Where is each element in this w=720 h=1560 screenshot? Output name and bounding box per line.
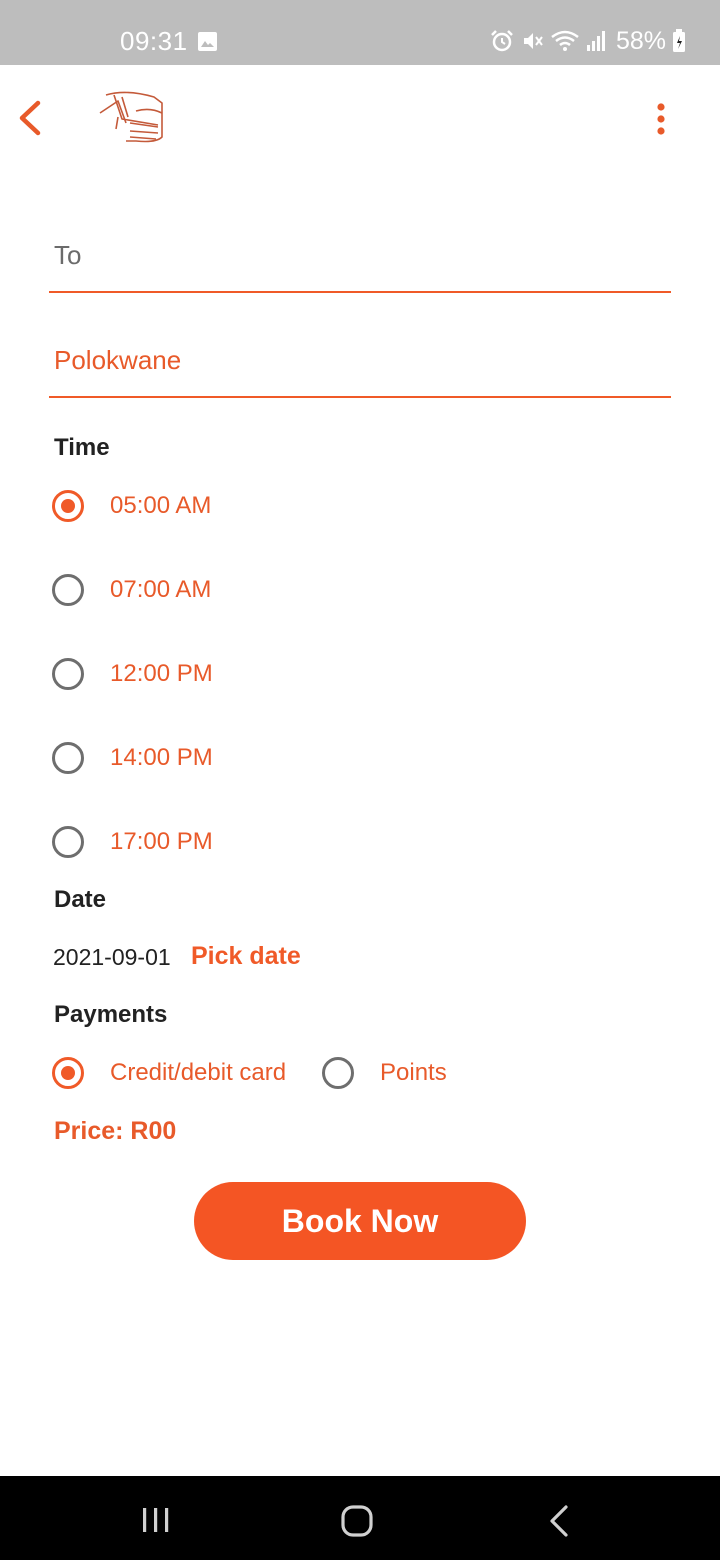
status-icons: 58% (490, 26, 686, 56)
time-option-1400[interactable]: 14:00 PM (52, 738, 213, 778)
radio-unselected-icon[interactable] (52, 658, 84, 690)
home-icon[interactable] (340, 1504, 374, 1538)
time-option-0700[interactable]: 07:00 AM (52, 570, 211, 610)
destination-value: Polokwane (54, 345, 182, 375)
status-bar: 09:31 58% (0, 0, 720, 65)
payment-option-card[interactable]: Credit/debit card (52, 1053, 286, 1093)
time-option-label: 17:00 PM (110, 828, 213, 855)
recents-icon[interactable] (140, 1506, 172, 1534)
date-label: Date (54, 886, 107, 913)
radio-selected-icon[interactable] (52, 1057, 84, 1089)
price-text: Price: R00 (54, 1117, 177, 1145)
time-option-1200[interactable]: 12:00 PM (52, 654, 213, 694)
app-bar (0, 65, 720, 175)
time-option-label: 07:00 AM (110, 576, 212, 603)
time-option-label: 14:00 PM (110, 744, 213, 771)
date-value: 2021-09-01 (53, 944, 171, 970)
status-time: 09:31 (120, 26, 188, 56)
time-option-label: 12:00 PM (110, 660, 213, 687)
time-option-1700[interactable]: 17:00 PM (52, 822, 213, 862)
time-option-0500[interactable]: 05:00 AM (52, 486, 211, 526)
signal-icon (586, 31, 605, 51)
destination-field[interactable]: Polokwane (49, 327, 671, 398)
back-arrow-icon[interactable] (10, 95, 50, 141)
alarm-icon (491, 30, 513, 52)
radio-unselected-icon[interactable] (52, 742, 84, 774)
book-now-button[interactable]: Book Now (194, 1182, 526, 1260)
radio-unselected-icon[interactable] (52, 826, 84, 858)
mute-icon (523, 33, 543, 49)
radio-unselected-icon[interactable] (52, 574, 84, 606)
payment-option-points[interactable]: Points (322, 1053, 447, 1093)
pick-date-link[interactable]: Pick date (191, 942, 301, 971)
gallery-icon (198, 32, 217, 51)
payment-option-label: Points (380, 1059, 447, 1086)
battery-percent: 58% (615, 26, 666, 55)
payment-option-label: Credit/debit card (110, 1059, 287, 1086)
time-option-label: 05:00 AM (110, 492, 212, 519)
radio-unselected-icon[interactable] (322, 1057, 354, 1089)
more-vert-icon[interactable] (646, 99, 676, 139)
time-label: Time (54, 434, 110, 461)
bus-logo-icon (99, 91, 163, 143)
wifi-icon (551, 30, 579, 51)
to-field[interactable]: To (49, 222, 671, 293)
radio-selected-icon[interactable] (52, 490, 84, 522)
system-nav-bar (0, 1476, 720, 1560)
nav-back-icon[interactable] (546, 1504, 572, 1538)
payments-label: Payments (54, 1001, 168, 1028)
to-placeholder: To (54, 240, 82, 270)
battery-icon (673, 29, 685, 52)
